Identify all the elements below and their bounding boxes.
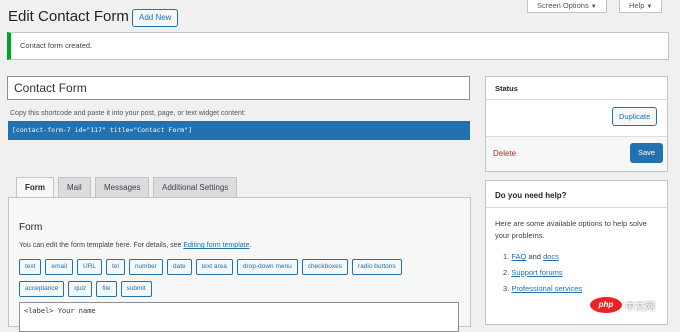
success-notice: Contact form created. [7,32,669,60]
docs-link[interactable]: docs [543,252,559,261]
help-item-professional: 3. Professional services [503,284,582,293]
tag-button-textarea[interactable]: text area [195,259,233,275]
form-title-input[interactable]: Contact Form [7,76,470,100]
screen-options-button[interactable]: Screen Options ▼ [527,0,607,13]
help-label: Help [629,1,645,10]
tag-button-tel[interactable]: tel [106,259,125,275]
editor-line: <label> Your name [24,307,96,315]
help-item-faq: 1. FAQ and docs [503,252,559,261]
panel-heading: Form [19,222,43,233]
page-title: Edit Contact Form [8,8,129,25]
tag-generator-row-1: text email URL tel number date text area… [19,259,402,275]
chevron-down-icon: ▼ [590,4,597,10]
tag-button-dropdown[interactable]: drop-down menu [236,259,298,275]
tag-button-quiz[interactable]: quiz [68,281,93,297]
panel-description: You can edit the form template here. For… [19,242,251,249]
tag-button-checkboxes[interactable]: checkboxes [301,259,349,275]
tag-button-date[interactable]: date [166,259,192,275]
delete-link[interactable]: Delete [493,149,516,158]
add-new-button[interactable]: Add New [132,9,179,27]
tag-button-url[interactable]: URL [77,259,103,275]
tag-button-acceptance[interactable]: acceptance [19,281,65,297]
divider [486,99,667,100]
duplicate-button[interactable]: Duplicate [612,107,658,126]
panel-desc-prefix: You can edit the form template here. For… [19,242,182,249]
status-title: Status [495,84,518,93]
tag-button-radio[interactable]: radio buttons [352,259,402,275]
form-template-editor[interactable]: <label> Your name [19,302,459,332]
editing-form-template-link[interactable]: Editing form template [183,242,249,249]
watermark: php 中文网 [590,296,655,314]
help-item-number: 3. [503,284,510,293]
help-item-number: 1. [503,252,510,261]
faq-link[interactable]: FAQ [511,252,526,261]
tag-button-email[interactable]: email [45,259,74,275]
tag-button-text[interactable]: text [19,259,42,275]
screen-options-label: Screen Options [537,1,589,10]
divider [486,207,667,208]
tag-generator-row-2: acceptance quiz file submit [19,281,152,297]
help-title: Do you need help? [495,191,567,200]
help-item-support: 2. Support forums [503,268,563,277]
panel-desc-suffix: . [249,242,252,249]
tab-mail[interactable]: Mail [58,177,91,197]
help-item-text: and [528,252,541,261]
watermark-logo: php [590,297,622,313]
tag-button-submit[interactable]: submit [120,281,152,297]
watermark-text: 中文网 [625,301,655,313]
shortcode-hint: Copy this shortcode and paste it into yo… [10,110,246,117]
tag-button-file[interactable]: file [96,281,117,297]
tab-messages[interactable]: Messages [95,177,150,197]
tab-additional-settings[interactable]: Additional Settings [153,177,238,197]
save-button[interactable]: Save [630,143,664,163]
tag-button-number[interactable]: number [128,259,163,275]
chevron-down-icon: ▼ [646,4,653,10]
shortcode-field[interactable]: [contact-form-7 id="117" title="Contact … [8,121,470,140]
help-button[interactable]: Help ▼ [619,0,663,13]
help-intro: Here are some available options to help … [495,219,647,240]
professional-services-link[interactable]: Professional services [511,284,582,293]
help-item-number: 2. [503,268,510,277]
support-forums-link[interactable]: Support forums [511,268,562,277]
tab-form[interactable]: Form [16,177,54,198]
